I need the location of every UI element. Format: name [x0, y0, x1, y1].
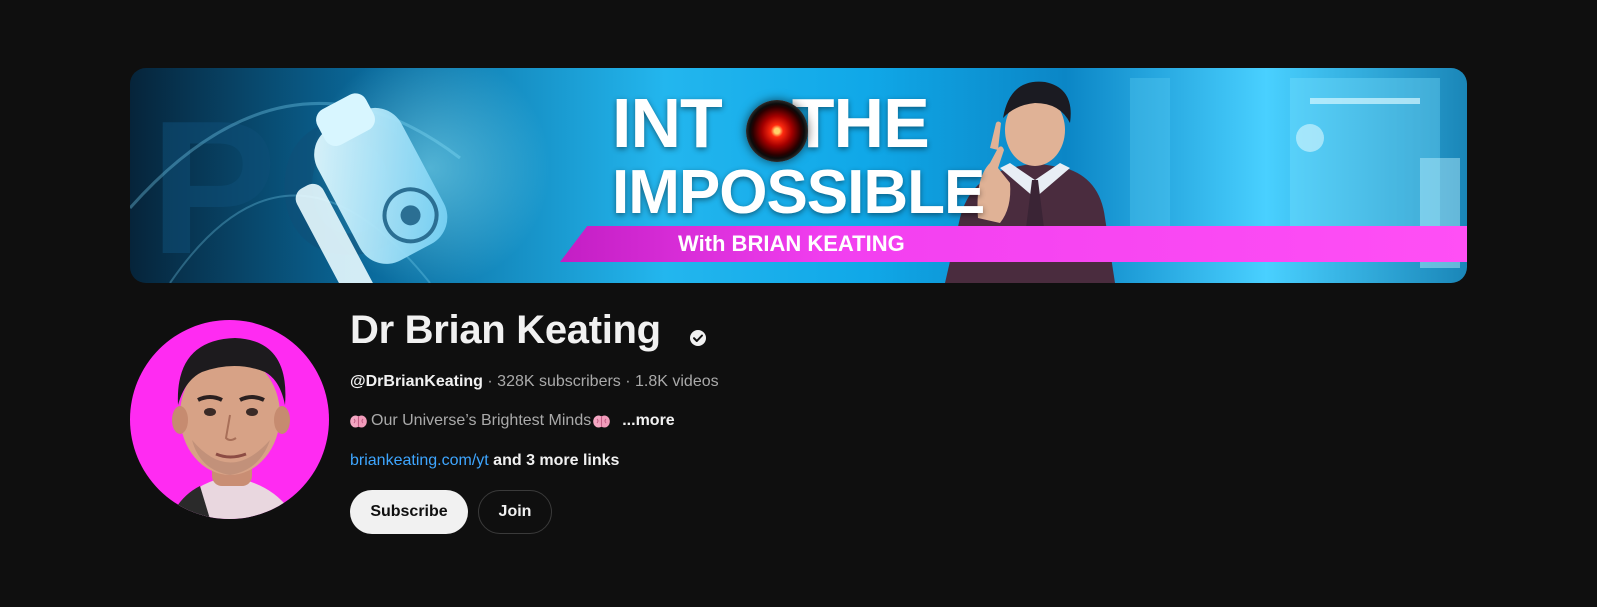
subscriber-count: 328K subscribers: [497, 373, 621, 390]
description-text: Our Universe’s Brightest Minds: [371, 412, 592, 429]
hal-eye-icon: [746, 100, 808, 162]
meta-separator: ·: [482, 373, 498, 390]
brain-emoji-icon: [593, 415, 611, 427]
avatar-portrait: [170, 338, 295, 519]
more-links-button[interactable]: and 3 more links: [489, 452, 619, 469]
more-description-link[interactable]: ...more: [622, 412, 674, 430]
channel-handle[interactable]: @DrBrianKeating: [350, 373, 483, 390]
banner-title-line2: IMPOSSIBLE: [612, 158, 985, 227]
channel-avatar[interactable]: [130, 320, 329, 519]
banner-subtitle: With BRIAN KEATING: [678, 231, 905, 256]
channel-links: briankeating.com/yt and 3 more links: [350, 452, 619, 470]
channel-description[interactable]: Our Universe’s Brightest Minds ...more: [350, 412, 675, 430]
verified-check-icon: [690, 330, 706, 346]
join-button[interactable]: Join: [478, 490, 552, 534]
meta-separator: ·: [620, 373, 636, 390]
brain-emoji-icon: [350, 415, 367, 427]
channel-website-link[interactable]: briankeating.com/yt: [350, 452, 489, 469]
video-count: 1.8K videos: [635, 373, 719, 390]
channel-name: Dr Brian Keating: [350, 308, 661, 352]
channel-meta: @DrBrianKeating · 328K subscribers · 1.8…: [350, 373, 719, 391]
channel-banner: PO INT THE IMPOSSIBLE With BRIAN KEATING: [130, 68, 1467, 283]
subscribe-button[interactable]: Subscribe: [350, 490, 468, 534]
